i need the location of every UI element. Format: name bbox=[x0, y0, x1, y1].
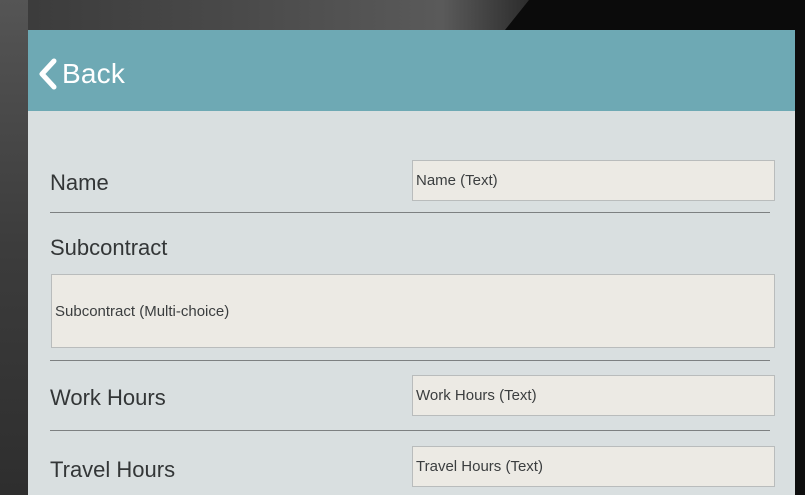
name-label: Name bbox=[50, 170, 109, 195]
travel-hours-input[interactable]: Travel Hours (Text) bbox=[412, 446, 775, 487]
chevron-left-icon bbox=[38, 58, 58, 90]
name-input[interactable]: Name (Text) bbox=[412, 160, 775, 201]
divider bbox=[50, 430, 770, 431]
back-label: Back bbox=[62, 58, 126, 89]
work-hours-label: Work Hours bbox=[50, 385, 166, 410]
subcontract-label: Subcontract bbox=[50, 235, 168, 260]
subcontract-multichoice-field[interactable]: Subcontract (Multi-choice) bbox=[51, 274, 775, 348]
divider bbox=[50, 212, 770, 213]
header-bar: Back bbox=[28, 30, 795, 111]
divider bbox=[50, 360, 770, 361]
travel-hours-label: Travel Hours bbox=[50, 457, 176, 482]
device-bezel-left bbox=[0, 0, 28, 495]
back-button[interactable]: Back bbox=[38, 56, 125, 92]
app-screen: Back Name Name (Text) Subcontract Subcon… bbox=[28, 30, 795, 495]
device-bezel-top bbox=[505, 0, 805, 30]
work-hours-input[interactable]: Work Hours (Text) bbox=[412, 375, 775, 416]
